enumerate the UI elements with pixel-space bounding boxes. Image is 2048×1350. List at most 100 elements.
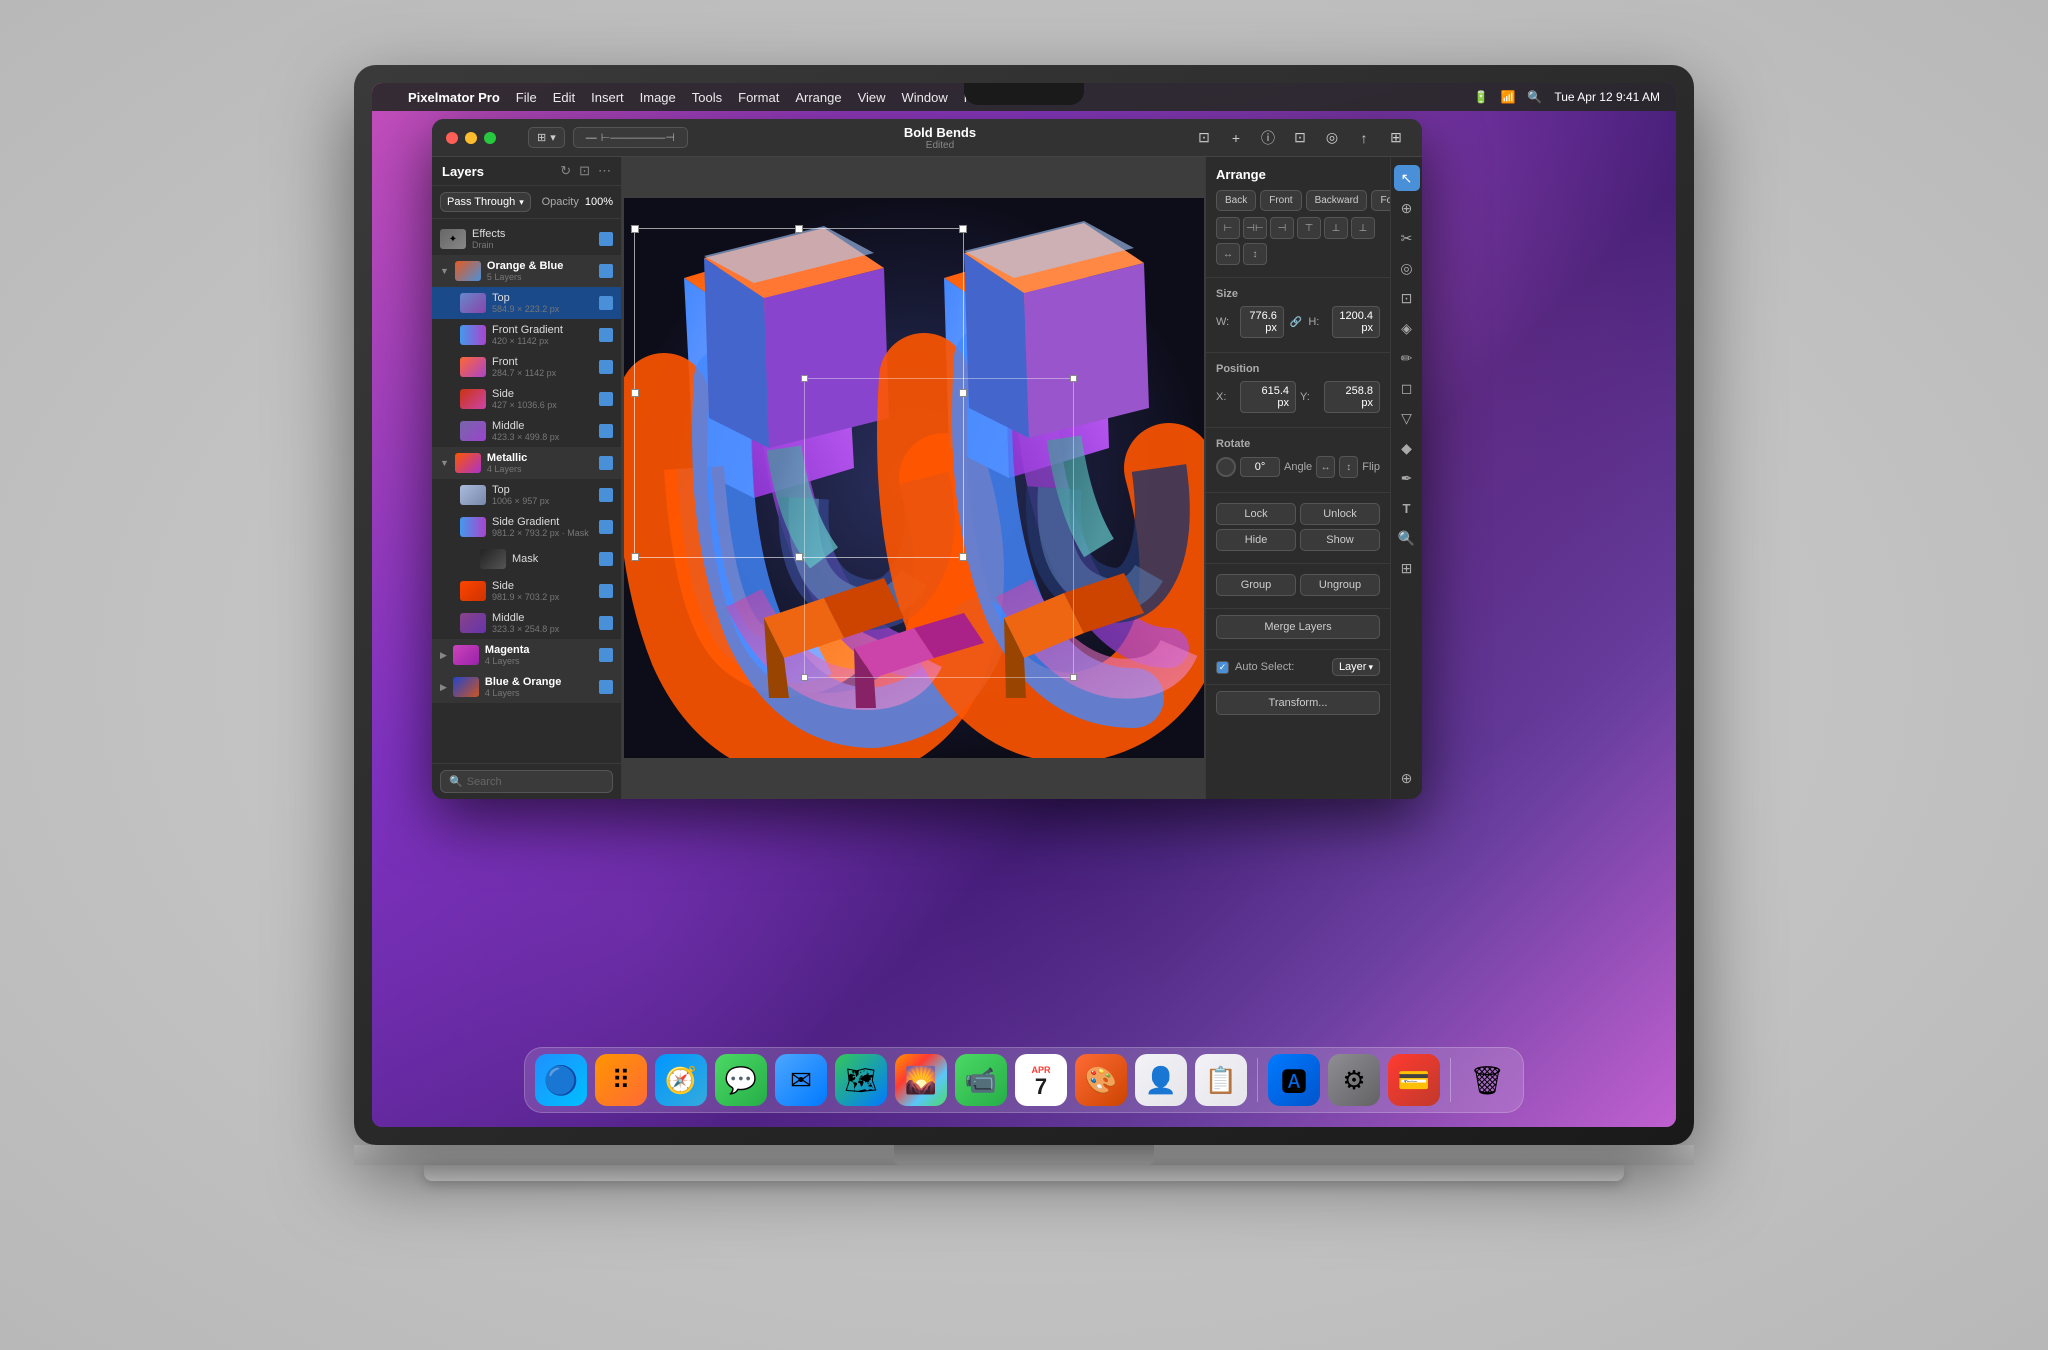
rotate-dial[interactable] (1216, 457, 1236, 477)
layer-mask[interactable]: Mask (432, 543, 621, 575)
dock-trash[interactable]: 🗑 (1461, 1054, 1513, 1106)
select-tool-icon[interactable]: ↖ (1394, 165, 1420, 191)
lock-button[interactable]: Lock (1216, 503, 1296, 525)
show-button[interactable]: Show (1300, 529, 1380, 551)
align-center-h-icon[interactable]: ⊣⊢ (1243, 217, 1267, 239)
dock-photos[interactable]: 🌄 (895, 1054, 947, 1106)
transform-button[interactable]: Transform... (1216, 691, 1380, 715)
unlock-button[interactable]: Unlock (1300, 503, 1380, 525)
layer-side2-vis[interactable] (599, 584, 613, 598)
backward-button[interactable]: Backward (1306, 190, 1368, 211)
share-icon[interactable]: ↑ (1352, 126, 1376, 150)
layer-middle2-vis[interactable] (599, 616, 613, 630)
align-top-icon[interactable]: ⊤ (1297, 217, 1321, 239)
layers-toggle-icon[interactable]: ⊡ (1192, 126, 1216, 150)
y-input[interactable]: 258.8 px (1324, 381, 1380, 413)
minimize-button[interactable] (465, 132, 477, 144)
adjust-icon[interactable]: ◎ (1320, 126, 1344, 150)
back-button[interactable]: Back (1216, 190, 1256, 211)
layer-front-gradient[interactable]: Front Gradient 420 × 1142 px (432, 319, 621, 351)
align-bottom-icon[interactable]: ⊥ (1351, 217, 1375, 239)
hide-button[interactable]: Hide (1216, 529, 1296, 551)
layer-side-gradient[interactable]: Side Gradient 981.2 × 793.2 px · Mask (432, 511, 621, 543)
angle-input[interactable]: 0° (1240, 457, 1280, 477)
dock-pixelmator[interactable]: 🎨 (1075, 1054, 1127, 1106)
auto-select-checkbox[interactable]: ✓ (1216, 661, 1229, 674)
menu-format[interactable]: Format (738, 90, 779, 105)
view-toggle[interactable]: ⊞▾ (528, 127, 565, 148)
height-input[interactable]: 1200.4 px (1332, 306, 1380, 338)
crop-tool-icon[interactable]: ✂ (1394, 225, 1420, 251)
dock-sysprefs[interactable]: ⚙ (1328, 1054, 1380, 1106)
dock-finder[interactable]: 🔵 (535, 1054, 587, 1106)
distribute-h-icon[interactable]: ↔ (1216, 243, 1240, 265)
auto-select-dropdown[interactable]: Layer ▾ (1332, 658, 1380, 676)
x-input[interactable]: 615.4 px (1240, 381, 1296, 413)
layer-group-metallic[interactable]: ▼ Metallic 4 Layers (432, 447, 621, 479)
add-icon[interactable]: + (1224, 126, 1248, 150)
menu-image[interactable]: Image (640, 90, 676, 105)
menu-tools[interactable]: Tools (692, 90, 722, 105)
layer-middle-2[interactable]: Middle 323.3 × 254.8 px (432, 607, 621, 639)
layer-sg-vis[interactable] (599, 520, 613, 534)
layer-metallic-vis[interactable] (599, 456, 613, 470)
fullscreen-icon[interactable]: ⊞ (1384, 126, 1408, 150)
dock-mail[interactable]: ✉ (775, 1054, 827, 1106)
dock-reminders[interactable]: 📋 (1195, 1054, 1247, 1106)
layer-group-magenta[interactable]: ▶ Magenta 4 Layers (432, 639, 621, 671)
align-center-v-icon[interactable]: ⊥ (1324, 217, 1348, 239)
layer-middle-vis[interactable] (599, 424, 613, 438)
crop-icon[interactable]: ⊡ (1288, 126, 1312, 150)
layer-bo-vis[interactable] (599, 680, 613, 694)
layer-group-blue-orange[interactable]: ▶ Blue & Orange 4 Layers (432, 671, 621, 703)
info-icon[interactable]: ⓘ (1256, 126, 1280, 150)
layer-effects[interactable]: ✦ Effects Drain (432, 223, 621, 255)
text-tool-icon[interactable]: T (1394, 495, 1420, 521)
layer-top-vis[interactable] (599, 296, 613, 310)
maximize-button[interactable] (484, 132, 496, 144)
dock-contacts[interactable]: 👤 (1135, 1054, 1187, 1106)
panel-add-icon[interactable]: ⊡ (579, 163, 590, 179)
dock-wallet[interactable]: 💳 (1388, 1054, 1440, 1106)
ungroup-button[interactable]: Ungroup (1300, 574, 1380, 596)
shape-tool-icon[interactable]: ◆ (1394, 435, 1420, 461)
custom-tool-icon[interactable]: ⊞ (1394, 555, 1420, 581)
dock-safari[interactable]: 🧭 (655, 1054, 707, 1106)
clone-tool-icon[interactable]: ⊡ (1394, 285, 1420, 311)
canvas-area[interactable] (622, 157, 1205, 799)
layer-middle-1[interactable]: Middle 423.3 × 499.8 px (432, 415, 621, 447)
layer-front[interactable]: Front 284.7 × 1142 px (432, 351, 621, 383)
retouch-tool-icon[interactable]: ◈ (1394, 315, 1420, 341)
menu-view[interactable]: View (858, 90, 886, 105)
overflow-icon[interactable]: ⊕ (1394, 765, 1420, 791)
paint-tool-icon[interactable]: ✏ (1394, 345, 1420, 371)
width-input[interactable]: 776.6 px (1240, 306, 1284, 338)
menu-window[interactable]: Window (902, 90, 948, 105)
zoom-tool-icon[interactable]: ⊕ (1394, 195, 1420, 221)
menu-arrange[interactable]: Arrange (795, 90, 841, 105)
menu-insert[interactable]: Insert (591, 90, 624, 105)
app-name[interactable]: Pixelmator Pro (408, 90, 500, 105)
search-box[interactable]: 🔍 Search (440, 770, 613, 793)
size-link-icon[interactable]: 🔗 (1288, 317, 1304, 328)
zoom-control[interactable]: — ⊢—————⊣ (573, 127, 688, 148)
magnify-tool-icon[interactable]: 🔍 (1394, 525, 1420, 551)
heal-tool-icon[interactable]: ◎ (1394, 255, 1420, 281)
dock-calendar[interactable]: APR 7 (1015, 1054, 1067, 1106)
dock-maps[interactable]: 🗺 (835, 1054, 887, 1106)
search-icon[interactable]: 🔍 (1527, 90, 1542, 104)
align-left-icon[interactable]: ⊢ (1216, 217, 1240, 239)
gradient-tool-icon[interactable]: ▽ (1394, 405, 1420, 431)
layer-side-vis[interactable] (599, 392, 613, 406)
panel-settings-icon[interactable]: ↻ (560, 163, 571, 179)
distribute-v-icon[interactable]: ↕ (1243, 243, 1267, 265)
panel-menu-icon[interactable]: ⋯ (598, 163, 611, 179)
blend-mode-dropdown[interactable]: Pass Through ▾ (440, 192, 531, 212)
merge-layers-button[interactable]: Merge Layers (1216, 615, 1380, 639)
forward-button[interactable]: Forward (1371, 190, 1390, 211)
dock-launchpad[interactable]: ⠿ (595, 1054, 647, 1106)
layer-side-1[interactable]: Side 427 × 1036.6 px (432, 383, 621, 415)
menu-edit[interactable]: Edit (553, 90, 575, 105)
layer-mask-vis[interactable] (599, 552, 613, 566)
layer-top-1[interactable]: Top 584.9 × 223.2 px (432, 287, 621, 319)
